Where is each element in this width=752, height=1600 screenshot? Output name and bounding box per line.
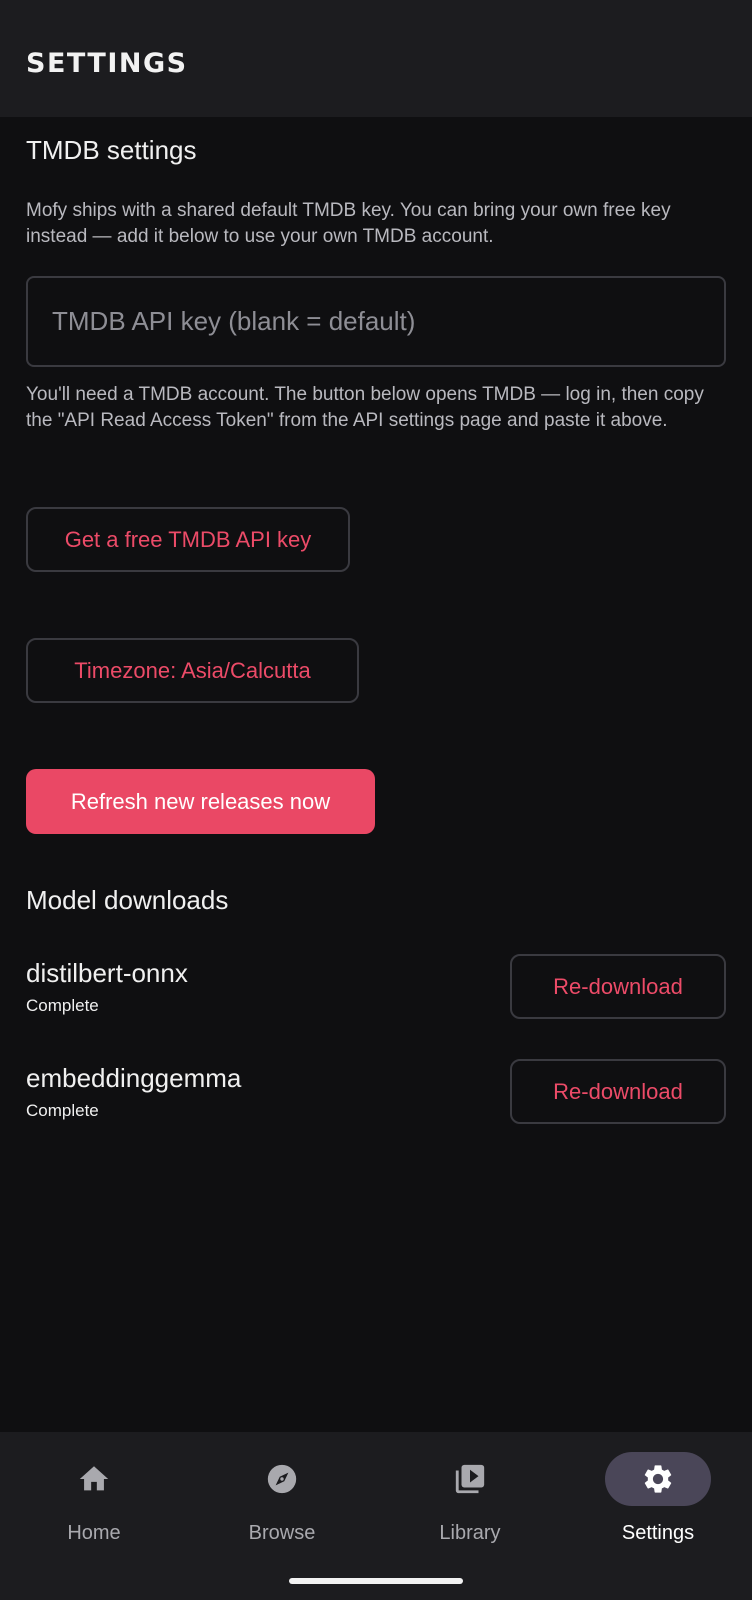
page-title: SETTINGS [26,48,188,79]
home-icon [79,1466,109,1491]
compass-icon [267,1464,297,1494]
refresh-releases-button[interactable]: Refresh new releases now [26,769,375,834]
nav-pill [229,1452,335,1506]
nav-label: Home [67,1522,121,1544]
bottom-navigation: Home Browse Library Settings [0,1432,752,1600]
redownload-button[interactable]: Re-download [510,1059,726,1124]
tmdb-section-title: TMDB settings [26,135,197,165]
nav-item-browse[interactable]: Browse [188,1432,376,1562]
tmdb-description: Mofy ships with a shared default TMDB ke… [26,200,671,247]
library-icon [455,1464,485,1494]
model-downloads-title: Model downloads [26,885,229,915]
nav-item-settings[interactable]: Settings [564,1432,752,1562]
nav-label: Browse [248,1522,316,1544]
model-name: embeddinggemma [26,1063,242,1093]
nav-pill [605,1452,711,1506]
tmdb-api-key-input[interactable] [26,276,726,367]
timezone-button[interactable]: Timezone: Asia/Calcutta [26,638,359,703]
model-status: Complete [26,1101,99,1120]
nav-label: Library [439,1522,501,1544]
nav-pill [417,1452,523,1506]
redownload-button[interactable]: Re-download [510,954,726,1019]
gear-icon [644,1465,672,1493]
nav-pill [41,1452,147,1506]
nav-item-home[interactable]: Home [0,1432,188,1562]
model-status: Complete [26,996,99,1015]
get-tmdb-key-button[interactable]: Get a free TMDB API key [26,507,350,572]
top-app-bar: SETTINGS [0,0,752,117]
tmdb-help-text: You'll need a TMDB account. The button b… [26,384,704,431]
model-name: distilbert-onnx [26,958,188,988]
nav-item-library[interactable]: Library [376,1432,564,1562]
nav-label: Settings [621,1522,695,1544]
home-indicator [289,1578,463,1584]
